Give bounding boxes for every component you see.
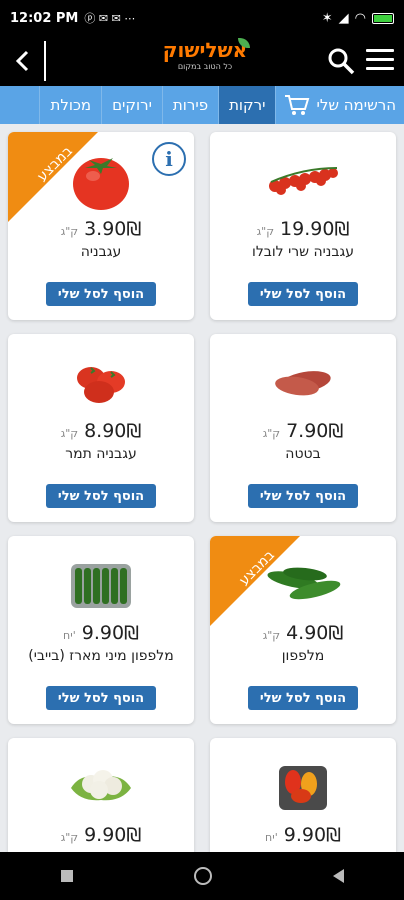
add-to-cart-button[interactable]: הוסף לסל שלי [46,484,156,508]
add-to-cart-button[interactable]: הוסף לסל שלי [46,282,156,306]
sweet-potato-image [275,371,331,396]
tab-grocery[interactable]: מכולת [39,86,101,124]
tab-greens[interactable]: ירוקים [101,86,162,124]
notification-icons: ⓟ ✉ ✉ ⋯ [84,12,136,25]
cucumber-image [267,567,341,600]
price: 8.90₪ [84,420,142,442]
wifi-icon: ◠ [354,10,366,26]
system-back-button[interactable] [332,869,344,883]
price: 9.90₪ [283,824,341,846]
search-button[interactable] [326,46,356,76]
add-to-cart-button[interactable]: הוסף לסל שלי [248,484,358,508]
tab-vegetables[interactable]: ירקות [218,86,276,124]
cart-icon [285,95,310,115]
signal-icon: ◢ [338,10,349,26]
product-card[interactable]: במבצע ק"ג 4.90₪ מלפפון הוסף לסל שלי [210,536,396,724]
price: 7.90₪ [286,420,344,442]
price: 19.90₪ [280,218,350,240]
plum-tomato-image [77,367,125,403]
price: 9.90₪ [81,622,139,644]
battery-icon [372,12,394,24]
bluetooth-icon: ✶ [321,10,333,26]
product-card[interactable]: יח' 9.90₪ [210,738,396,852]
product-name: עגבניה [80,244,122,260]
product-card[interactable]: ק"ג 9.90₪ [8,738,194,852]
unit-label: ק"ג [60,831,79,844]
product-card[interactable]: יח' 9.90₪ מלפפון מיני מארז (בייבי) הוסף … [8,536,194,724]
tab-fruits[interactable]: פירות [161,86,218,124]
product-card[interactable]: ק"ג 19.90₪ עגבניה שרי לובלו הוסף לסל שלי [210,132,396,320]
hamburger-menu-icon [366,49,394,52]
home-button[interactable] [193,867,212,885]
info-icon[interactable]: i [152,142,186,176]
product-card[interactable]: במבצע i ק"ג 3.90₪ עגבניה הוסף לסל שלי [8,132,194,320]
app-header: אשלישוק כל הטוב במקום [0,36,404,86]
chevron-left-icon [15,50,29,72]
product-card[interactable]: ק"ג 8.90₪ עגבניה תמר הוסף לסל שלי [8,334,194,522]
system-icons: ✶ ◢ ◠ [322,11,394,26]
product-name: מלפפון [281,648,325,664]
product-grid: ק"ג 19.90₪ עגבניה שרי לובלו הוסף לסל שלי… [0,124,404,852]
system-nav-bar [0,852,404,900]
price: 4.90₪ [286,622,344,644]
product-name: בטטה [285,446,321,462]
product-name: עגבניה תמר [65,446,137,462]
category-tabs: הרשימה שלי ירקות פירות ירוקים מכולת [0,86,404,124]
tab-label: הרשימה שלי [316,96,396,114]
add-to-cart-button[interactable]: הוסף לסל שלי [46,686,156,710]
unit-label: יח' [63,629,76,642]
unit-label: ק"ג [60,427,79,440]
product-name: מלפפון מיני מארז (בייבי) [28,648,174,664]
logo-text: אשלישוק [162,38,248,62]
unit-label: יח' [265,831,278,844]
status-time: 12:02 PM [10,10,79,26]
cherry-tomato-vine-image [269,167,338,195]
price: 9.90₪ [84,824,142,846]
add-to-cart-button[interactable]: הוסף לסל שלי [248,282,358,306]
logo-tagline: כל הטוב במקום [177,62,233,71]
menu-button[interactable] [366,49,394,73]
back-button[interactable] [0,41,46,81]
tomato-image [73,158,129,210]
unit-label: ק"ג [262,427,281,440]
unit-label: ק"ג [60,225,79,238]
unit-label: ק"ג [262,629,281,642]
product-card[interactable]: ק"ג 7.90₪ בטטה הוסף לסל שלי [210,334,396,522]
mini-cucumber-pack-image [71,564,131,608]
price: 3.90₪ [84,218,142,240]
mixed-peppers-image [279,766,327,810]
app-logo: אשלישוק כל הטוב במקום [150,38,260,82]
search-icon [328,48,355,75]
product-name: עגבניה שרי לובלו [252,244,354,260]
recents-button[interactable] [60,870,73,882]
status-bar: 12:02 PM ⓟ ✉ ✉ ⋯ ✶ ◢ ◠ [0,0,404,36]
tab-my-list[interactable]: הרשימה שלי [275,86,404,124]
unit-label: ק"ג [256,225,275,238]
cauliflower-image [71,770,131,801]
add-to-cart-button[interactable]: הוסף לסל שלי [248,686,358,710]
